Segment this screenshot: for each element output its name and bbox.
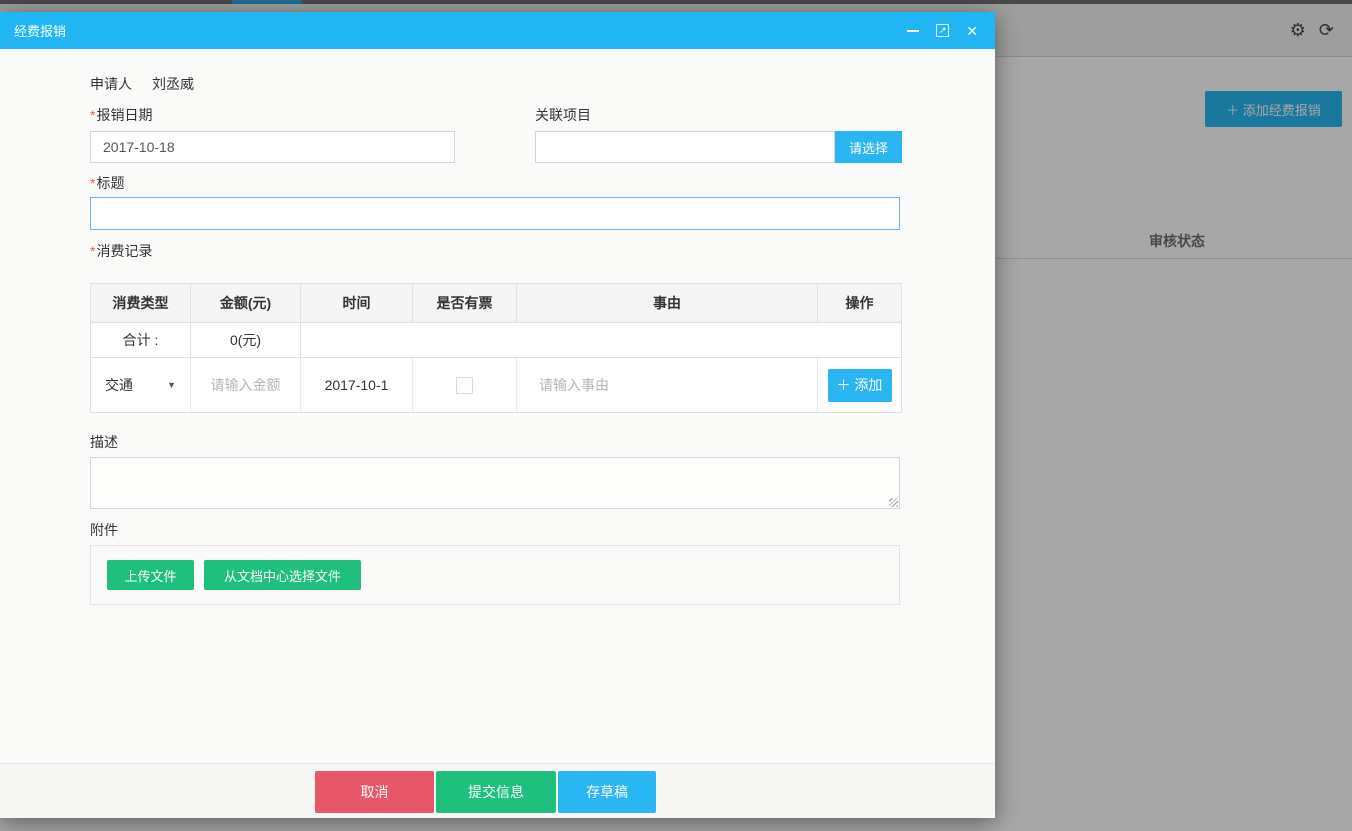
title-label: *标题 xyxy=(90,173,124,193)
operation-cell: ＋ 添加 xyxy=(818,358,901,412)
project-label-text: 关联项目 xyxy=(535,107,591,123)
cancel-button[interactable]: 取消 xyxy=(315,771,434,813)
date-label-text: 报销日期 xyxy=(96,107,152,123)
total-empty-cell xyxy=(301,323,901,357)
modal-header: 经费报销 ↗ ✕ xyxy=(0,12,995,49)
caret-down-icon: ▼ xyxy=(167,380,176,390)
header-has-ticket: 是否有票 xyxy=(413,284,517,322)
attachment-label: 附件 xyxy=(90,520,118,540)
expense-reimbursement-modal: 经费报销 ↗ ✕ 申请人刘丞威 *报销日期 关联项目 请选择 *标题 *消费记录 xyxy=(0,12,995,818)
date-label: *报销日期 xyxy=(90,105,152,125)
date-input[interactable] xyxy=(90,131,455,163)
required-mark: * xyxy=(90,243,95,259)
required-mark: * xyxy=(90,107,95,123)
header-type: 消费类型 xyxy=(91,284,191,322)
select-from-doc-center-button[interactable]: 从文档中心选择文件 xyxy=(204,560,361,590)
applicant-row: 申请人 刘丞威 xyxy=(90,74,194,94)
project-select-button[interactable]: 请选择 xyxy=(835,131,902,163)
add-record-button[interactable]: ＋ 添加 xyxy=(828,369,892,402)
required-mark: * xyxy=(90,175,95,191)
modal-body: 申请人刘丞威 *报销日期 关联项目 请选择 *标题 *消费记录 消费类型 金额(… xyxy=(0,49,995,763)
save-draft-button[interactable]: 存草稿 xyxy=(558,771,656,813)
consumption-records-table: 消费类型 金额(元) 时间 是否有票 事由 操作 合计 : 0(元) 交通 ▼ … xyxy=(90,283,902,413)
minimize-icon[interactable] xyxy=(907,30,919,32)
submit-button[interactable]: 提交信息 xyxy=(436,771,556,813)
time-input[interactable]: 2017-10-1 xyxy=(301,358,413,412)
maximize-icon[interactable]: ↗ xyxy=(936,24,949,37)
applicant-label: 申请人 xyxy=(90,76,132,92)
modal-title: 经费报销 xyxy=(14,21,66,40)
header-amount: 金额(元) xyxy=(191,284,301,322)
amount-input[interactable]: 请输入金额 xyxy=(191,358,301,412)
header-operation: 操作 xyxy=(818,284,901,322)
description-textarea[interactable] xyxy=(90,457,900,509)
applicant-name: 刘丞威 xyxy=(152,76,194,92)
reason-input[interactable]: 请输入事由 xyxy=(517,358,818,412)
has-ticket-checkbox[interactable] xyxy=(456,377,473,394)
total-value: 0(元) xyxy=(191,323,301,357)
attachment-box: 上传文件 从文档中心选择文件 xyxy=(90,545,900,605)
header-reason: 事由 xyxy=(517,284,818,322)
has-ticket-cell xyxy=(413,358,517,412)
record-input-row: 交通 ▼ 请输入金额 2017-10-1 请输入事由 ＋ 添加 xyxy=(91,358,901,412)
title-input[interactable] xyxy=(90,197,900,230)
title-label-text: 标题 xyxy=(96,175,124,191)
upload-file-button[interactable]: 上传文件 xyxy=(107,560,194,590)
project-input[interactable] xyxy=(535,131,835,163)
description-wrap xyxy=(90,457,900,509)
type-select-value: 交通 xyxy=(105,375,133,395)
modal-footer: 取消 提交信息 存草稿 xyxy=(0,763,995,818)
header-time: 时间 xyxy=(301,284,413,322)
type-select[interactable]: 交通 ▼ xyxy=(91,358,191,412)
close-icon[interactable]: ✕ xyxy=(966,24,978,38)
total-row: 合计 : 0(元) xyxy=(91,323,901,358)
records-label-text: 消费记录 xyxy=(96,243,152,259)
records-label: *消费记录 xyxy=(90,241,152,261)
window-controls: ↗ ✕ xyxy=(907,24,995,38)
total-label: 合计 : xyxy=(91,323,191,357)
table-header-row: 消费类型 金额(元) 时间 是否有票 事由 操作 xyxy=(91,284,901,323)
description-label: 描述 xyxy=(90,432,118,452)
project-label: 关联项目 xyxy=(535,105,591,125)
